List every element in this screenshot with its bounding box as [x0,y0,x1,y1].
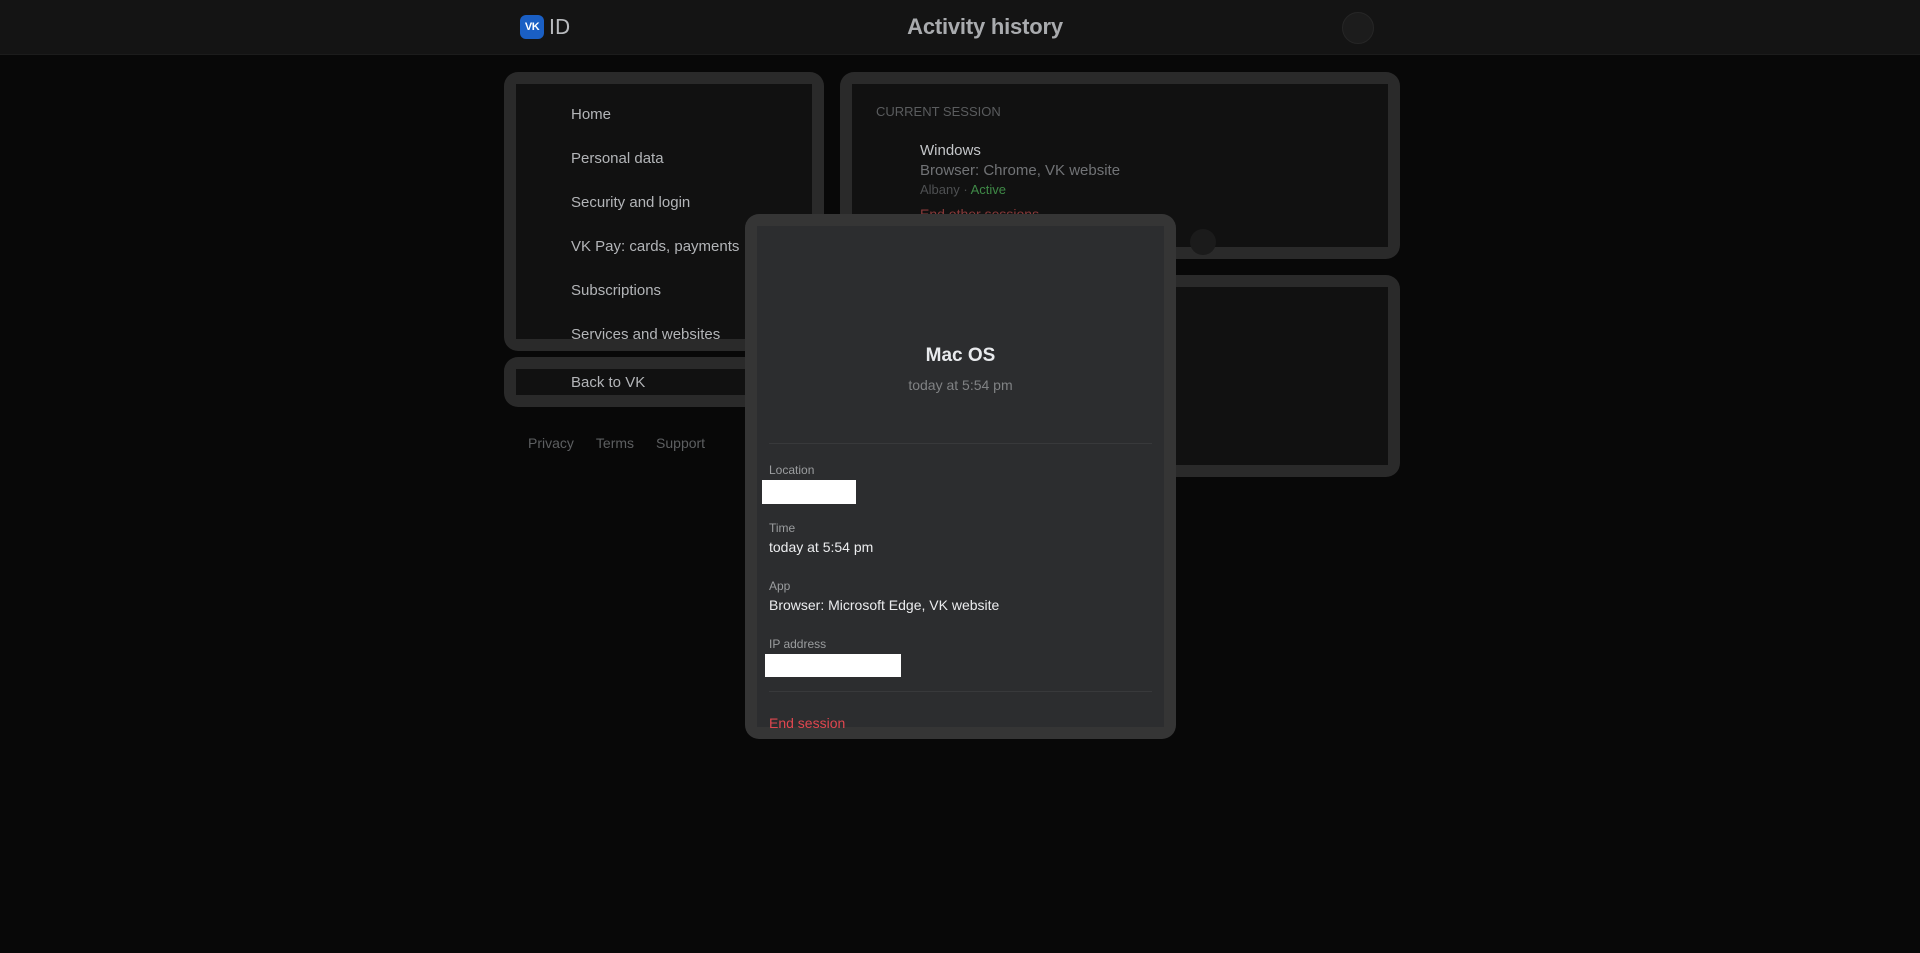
sidebar-item-security[interactable]: Security and login [571,194,690,211]
modal-time-subtitle: today at 5:54 pm [908,377,1013,393]
ip-address-label: IP address [769,637,827,651]
end-session-button[interactable]: End session [769,715,845,731]
location-label: Location [769,463,815,477]
session-device: Windows [920,142,981,159]
app-label: App [769,579,791,593]
sidebar-item-subscriptions[interactable]: Subscriptions [571,282,661,299]
session-separator: · [963,182,968,197]
session-location-status: Albany · Active [920,182,1006,197]
modal-device-title: Mac OS [925,345,996,366]
sidebar-item-vk-pay[interactable]: VK Pay: cards, payments [571,238,739,255]
session-app: Browser: Chrome, VK website [920,162,1121,179]
session-details-modal: Mac OS today at 5:54 pm Location Time to… [745,214,1176,739]
footer-links: Privacy Terms Support [528,435,705,451]
time-value: today at 5:54 pm [769,539,874,555]
terms-link[interactable]: Terms [596,435,634,451]
back-to-vk-link[interactable]: Back to VK [571,374,645,391]
sidebar-item-services[interactable]: Services and websites [571,326,720,343]
current-session-caption: CURRENT SESSION [876,104,1001,119]
modal-divider-top [769,443,1152,444]
app-value: Browser: Microsoft Edge, VK website [769,597,1000,613]
location-redacted [762,480,856,504]
avatar[interactable] [1342,12,1374,44]
modal-divider-bottom [769,691,1152,692]
support-link[interactable]: Support [656,435,705,451]
sidebar-item-personal-data[interactable]: Personal data [571,150,664,167]
sidebar-item-home[interactable]: Home [571,106,611,123]
session-status: Active [970,182,1007,197]
privacy-link[interactable]: Privacy [528,435,574,451]
time-label: Time [769,521,796,535]
session-location: Albany [920,182,960,197]
page-title: Activity history [907,14,1063,39]
ip-address-redacted [765,654,901,677]
end-other-sessions-button[interactable]: End other sessions [920,206,1039,214]
top-header: VK ID Activity history [0,0,1920,55]
session-details-panel: Mac OS today at 5:54 pm Location Time to… [757,226,1164,731]
scroll-indicator-dot [1190,229,1216,255]
